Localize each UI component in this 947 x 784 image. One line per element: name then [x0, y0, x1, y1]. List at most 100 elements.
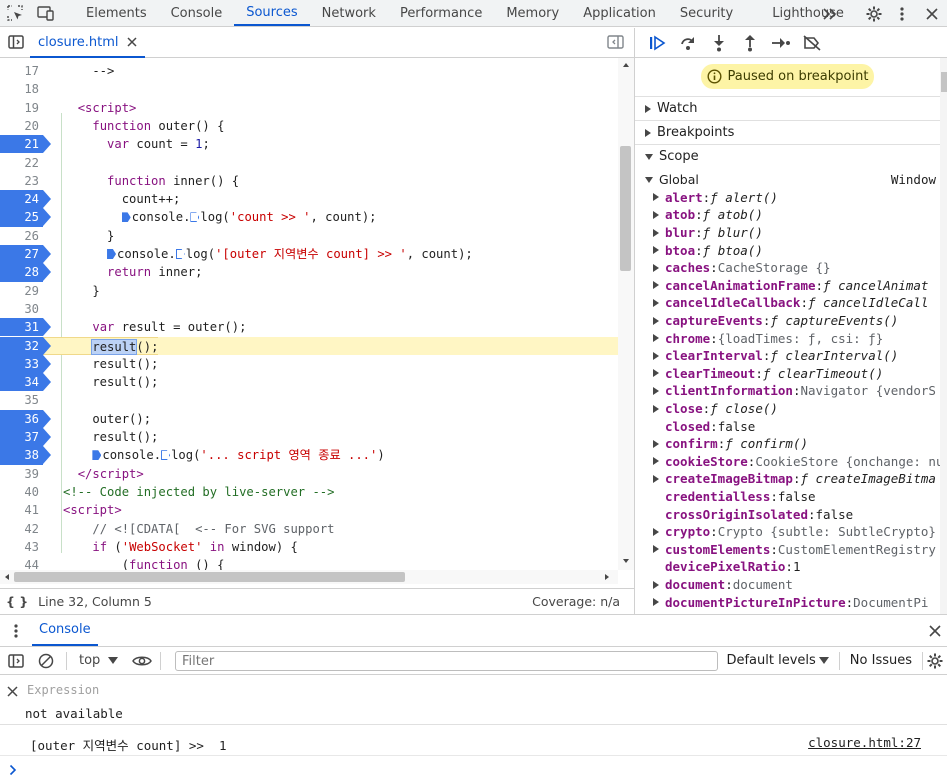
expand-arrow-icon[interactable] — [653, 457, 659, 466]
pretty-print-icon[interactable]: { } — [6, 594, 28, 609]
sidebar-scrollbar[interactable] — [940, 58, 947, 614]
code-line[interactable]: 39 </script> — [0, 465, 618, 483]
scope-section-header[interactable]: Scope — [635, 144, 947, 168]
code-line[interactable]: 42 // <![CDATA[ <-- For SVG support — [0, 520, 618, 538]
line-number[interactable]: 17 — [0, 62, 43, 80]
line-number[interactable]: 42 — [0, 520, 43, 538]
expand-arrow-icon[interactable] — [653, 386, 659, 395]
editor-horizontal-scrollbar[interactable] — [0, 570, 618, 584]
resume-icon[interactable] — [641, 28, 672, 58]
expand-arrow-icon[interactable] — [653, 598, 659, 607]
scope-property-row[interactable]: caches: CacheStorage {} — [635, 259, 940, 277]
code-line[interactable]: 43 if ('WebSocket' in window) { — [0, 538, 618, 556]
tab-memory[interactable]: Memory — [494, 0, 571, 26]
expand-arrow-icon[interactable] — [653, 263, 659, 272]
code-line[interactable]: 44 (function () { — [0, 556, 618, 570]
tab-network[interactable]: Network — [310, 0, 388, 26]
breakpoint-marker[interactable]: 34 — [0, 373, 51, 392]
clear-console-icon[interactable] — [32, 653, 60, 669]
scope-property-row[interactable]: alert: ƒ alert() — [635, 189, 940, 207]
live-expression-eye-icon[interactable] — [124, 654, 160, 668]
context-selector[interactable]: top — [73, 653, 124, 668]
scope-property-row[interactable]: atob: ƒ atob() — [635, 206, 940, 224]
step-into-icon[interactable] — [703, 28, 734, 58]
file-tab-closure[interactable]: closure.html — [30, 28, 145, 58]
line-number[interactable]: 18 — [0, 80, 43, 98]
deactivate-breakpoints-icon[interactable] — [796, 28, 827, 58]
drawer-tab-console[interactable]: Console — [32, 615, 98, 646]
scope-property-row[interactable]: cookieStore: CookieStore {onchange: nu — [635, 453, 940, 471]
code-line[interactable]: 33 result(); — [0, 354, 618, 374]
scope-property-row[interactable]: credentialless: false — [635, 488, 940, 506]
scope-property-row[interactable]: createImageBitmap: ƒ createImageBitma — [635, 470, 940, 488]
tab-sources[interactable]: Sources — [234, 0, 310, 26]
step-icon[interactable] — [765, 28, 796, 58]
sidebar-scroll-thumb[interactable] — [941, 72, 947, 92]
coverage-status[interactable]: Coverage: n/a — [532, 594, 620, 609]
scope-property-row[interactable]: clientInformation: Navigator {vendorS — [635, 382, 940, 400]
scope-property-row[interactable]: devicePixelRatio: 1 — [635, 558, 940, 576]
line-number[interactable]: 19 — [0, 99, 43, 117]
line-number[interactable]: 30 — [0, 300, 43, 318]
scope-property-row[interactable]: chrome: {loadTimes: ƒ, csi: ƒ} — [635, 329, 940, 347]
breakpoint-marker[interactable]: 36 — [0, 409, 51, 428]
code-line[interactable]: 31 var result = outer(); — [0, 318, 618, 337]
settings-gear-icon[interactable] — [861, 5, 887, 23]
editor-vertical-scrollbar[interactable] — [618, 58, 634, 570]
step-out-icon[interactable] — [734, 28, 765, 58]
current-execution-line[interactable]: 32 result(); — [0, 336, 618, 355]
console-prompt[interactable] — [0, 758, 947, 784]
scope-property-row[interactable]: captureEvents: ƒ captureEvents() — [635, 312, 940, 330]
code-line[interactable]: 30 — [0, 300, 618, 318]
console-message-source-link[interactable]: closure.html:27 — [808, 735, 921, 750]
code-line[interactable]: 29 } — [0, 282, 618, 300]
code-line[interactable]: 21 var count = 1; — [0, 135, 618, 154]
breakpoint-marker[interactable]: 25 — [0, 208, 51, 227]
scope-property-row[interactable]: clearInterval: ƒ clearInterval() — [635, 347, 940, 365]
more-options-kebab-icon[interactable] — [887, 6, 917, 21]
tab-elements[interactable]: Elements — [74, 0, 159, 26]
scope-property-row[interactable]: closed: false — [635, 417, 940, 435]
line-number[interactable]: 40 — [0, 483, 43, 501]
code-line[interactable]: 25 console. log('count >> ', count); — [0, 208, 618, 227]
breakpoint-marker[interactable]: 37 — [0, 428, 51, 447]
scope-property-row[interactable]: customElements: CustomElementRegistry — [635, 541, 940, 559]
console-filter-input[interactable] — [175, 651, 718, 671]
line-number[interactable]: 35 — [0, 391, 43, 409]
breakpoint-marker[interactable]: 21 — [0, 135, 51, 154]
inspect-element-icon[interactable] — [0, 0, 30, 26]
tab-security[interactable]: Security — [668, 0, 745, 26]
expand-arrow-icon[interactable] — [653, 316, 659, 325]
code-line[interactable]: 20 function outer() { — [0, 117, 618, 135]
expand-arrow-icon[interactable] — [653, 580, 659, 589]
expand-arrow-icon[interactable] — [653, 527, 659, 536]
code-editor[interactable]: 17 --> 18 19 <script> 20 function outer() … — [0, 58, 618, 570]
scope-property-row[interactable]: document: document — [635, 576, 940, 594]
expand-arrow-icon[interactable] — [653, 474, 659, 483]
scope-property-row[interactable]: blur: ƒ blur() — [635, 224, 940, 242]
code-line[interactable]: 34 result(); — [0, 373, 618, 392]
code-line[interactable]: 22 — [0, 154, 618, 172]
log-levels-dropdown[interactable]: Default levels — [716, 653, 838, 668]
breakpoint-marker[interactable]: 33 — [0, 354, 51, 374]
expand-arrow-icon[interactable] — [653, 246, 659, 255]
line-number[interactable]: 44 — [0, 556, 43, 570]
code-line[interactable]: 35 — [0, 391, 618, 409]
breakpoints-section-header[interactable]: Breakpoints — [635, 120, 947, 144]
close-drawer-icon[interactable] — [925, 615, 945, 646]
remove-expression-icon[interactable] — [7, 686, 18, 697]
editor-vertical-scroll-thumb[interactable] — [620, 146, 631, 271]
code-line[interactable]: 28 return inner; — [0, 263, 618, 282]
line-number[interactable]: 29 — [0, 282, 43, 300]
expand-arrow-icon[interactable] — [653, 281, 659, 290]
scope-property-row[interactable]: clearTimeout: ƒ clearTimeout() — [635, 365, 940, 383]
expand-arrow-icon[interactable] — [653, 193, 659, 202]
code-line[interactable]: 18 — [0, 80, 618, 98]
toggle-navigator-icon[interactable] — [8, 34, 24, 50]
breakpoint-marker[interactable]: 32 — [0, 336, 51, 355]
expand-arrow-icon[interactable] — [653, 369, 659, 378]
expand-arrow-icon[interactable] — [653, 298, 659, 307]
expand-arrow-icon[interactable] — [653, 334, 659, 343]
close-file-tab-icon[interactable] — [127, 37, 137, 47]
editor-horizontal-scroll-thumb[interactable] — [14, 572, 405, 582]
